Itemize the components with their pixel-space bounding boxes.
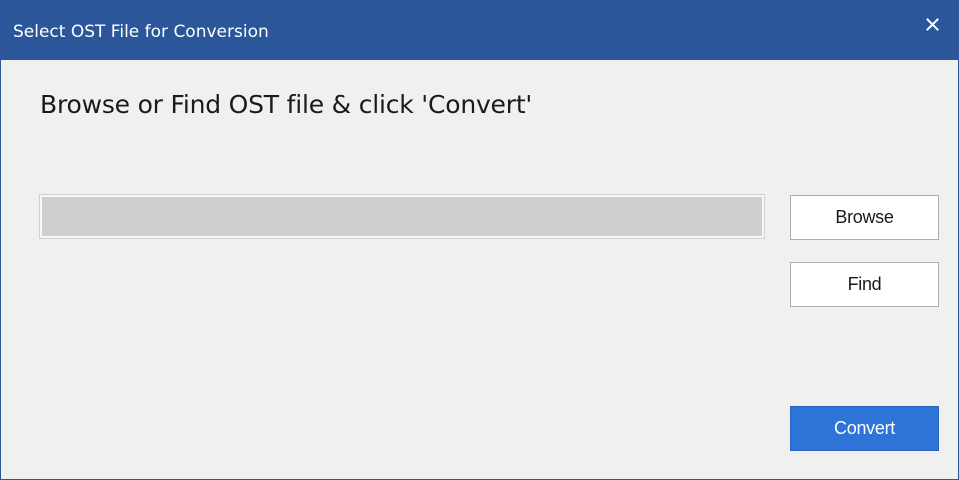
window-title: Select OST File for Conversion <box>13 22 269 42</box>
convert-button[interactable]: Convert <box>790 406 939 451</box>
close-button[interactable] <box>920 12 944 36</box>
file-path-input[interactable] <box>42 197 762 236</box>
find-button[interactable]: Find <box>790 262 939 307</box>
file-path-field <box>39 194 765 239</box>
browse-button[interactable]: Browse <box>790 195 939 240</box>
title-bar: Select OST File for Conversion <box>1 0 958 60</box>
instruction-heading: Browse or Find OST file & click 'Convert… <box>40 90 533 119</box>
select-ost-dialog: Select OST File for Conversion Browse or… <box>0 0 959 480</box>
close-icon <box>925 17 939 31</box>
